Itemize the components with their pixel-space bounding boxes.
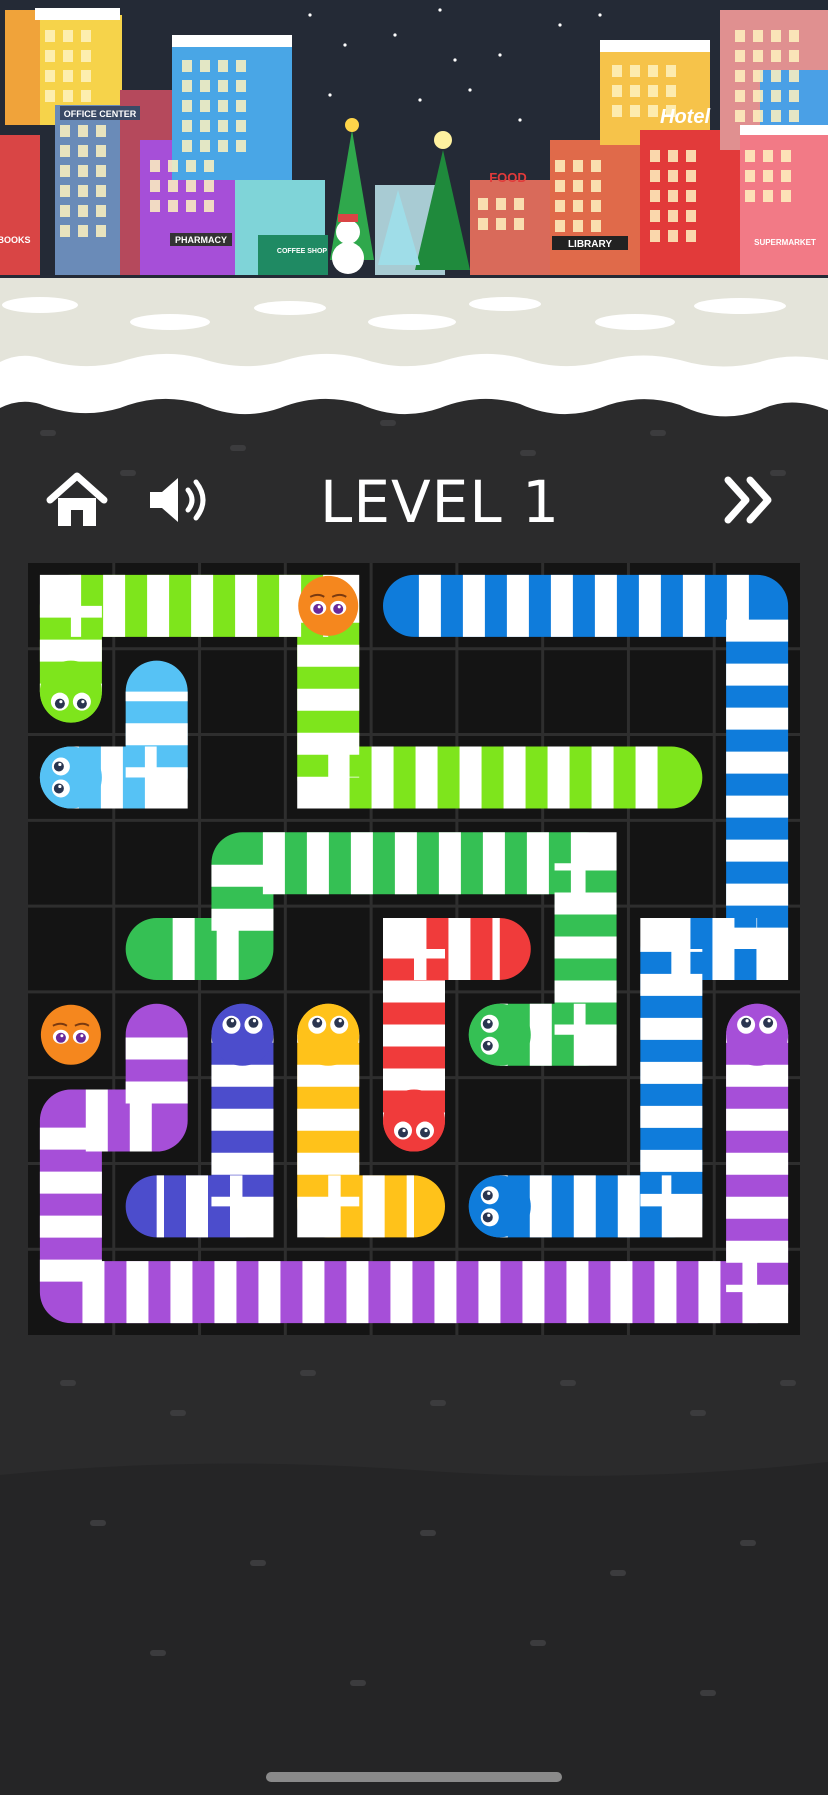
snake-head[interactable]: [39, 746, 102, 809]
snake-head[interactable]: [468, 1003, 531, 1066]
snake-head[interactable]: [39, 660, 102, 723]
game-board[interactable]: [0, 0, 828, 1795]
double-chevron-right-icon: [724, 476, 772, 524]
top-bar: LEVEL 1: [0, 455, 828, 545]
orange-blob-left[interactable]: [40, 1004, 101, 1065]
orange-blob-top[interactable]: [298, 575, 359, 636]
home-indicator: [266, 1772, 562, 1782]
home-button[interactable]: [37, 455, 117, 545]
snake-head[interactable]: [468, 1175, 531, 1238]
skip-level-button[interactable]: [710, 455, 790, 545]
snake-head[interactable]: [726, 1003, 789, 1066]
snake-head[interactable]: [383, 1089, 445, 1152]
sound-button[interactable]: [140, 455, 220, 545]
home-icon: [46, 472, 108, 526]
level-title: LEVEL 1: [320, 468, 560, 536]
snake-head[interactable]: [211, 1003, 274, 1066]
snake-head[interactable]: [297, 1003, 360, 1066]
speaker-icon: [150, 478, 206, 522]
